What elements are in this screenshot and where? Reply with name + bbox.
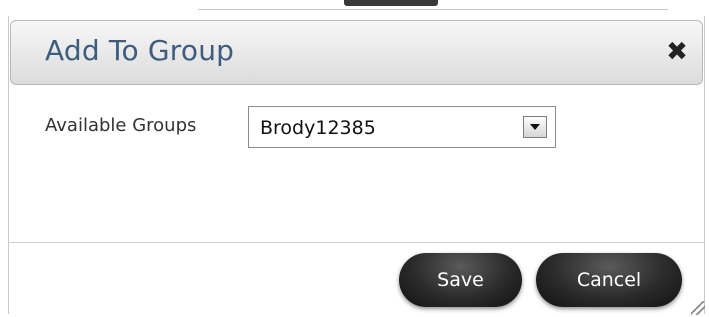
background-divider [198, 9, 668, 10]
selected-group-value: Brody12385 [260, 117, 376, 139]
dialog-titlebar[interactable]: Add To Group ✖ [10, 20, 703, 85]
background-element [344, 0, 438, 6]
footer-divider [8, 242, 705, 243]
available-groups-select[interactable]: Brody12385 [248, 106, 556, 148]
save-button[interactable]: Save [399, 253, 522, 307]
page: Add To Group ✖ Available Groups Brody123… [0, 0, 709, 317]
chevron-down-icon [530, 124, 540, 130]
dropdown-button[interactable] [523, 116, 547, 138]
dialog-title: Add To Group [45, 34, 235, 67]
background-page-strip [0, 0, 709, 10]
available-groups-label: Available Groups [45, 115, 197, 136]
resize-grip[interactable] [691, 301, 705, 315]
cancel-button[interactable]: Cancel [536, 253, 682, 307]
close-icon[interactable]: ✖ [662, 35, 692, 69]
